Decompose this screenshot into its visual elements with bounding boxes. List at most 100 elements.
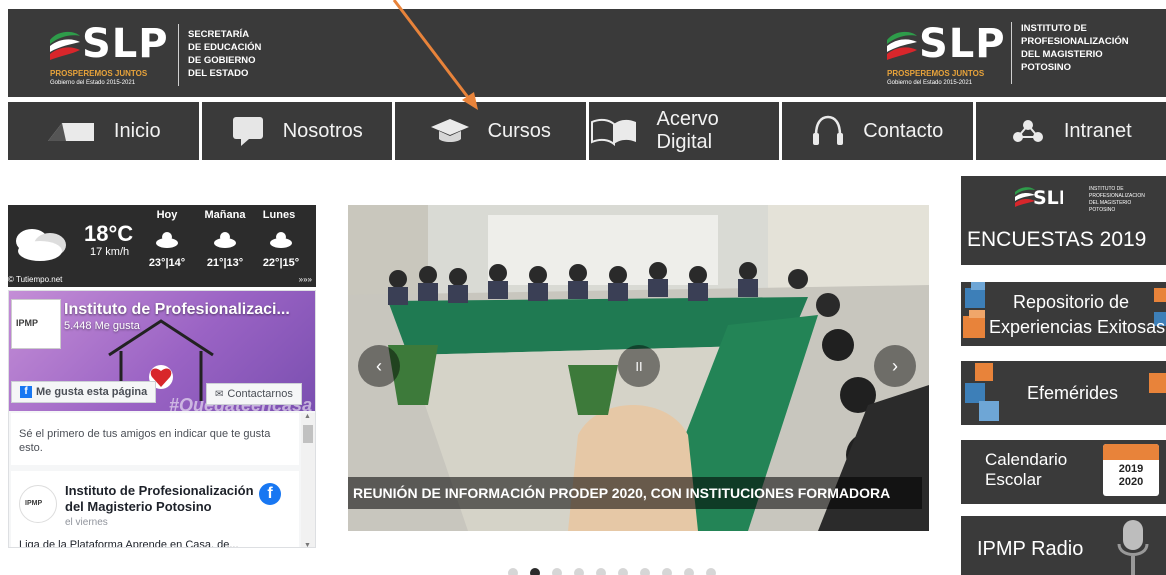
calendar-icon: 2019 2020 [1103,444,1159,496]
weather-widget[interactable]: 18°C 17 km/h Hoy Mañana Lunes 23°|14° 21… [8,205,316,287]
slp-swoosh-icon: SLP [1015,187,1063,209]
logo-line: INSTITUTO DE [1089,186,1124,192]
chevron-right-icon: › [892,355,898,376]
nav-inicio[interactable]: Inicio [8,102,199,160]
carousel-dot[interactable] [530,568,540,575]
logo-tagline: PROSPEREMOS JUNTOS [887,69,985,78]
nav-acervo-digital[interactable]: Acervo Digital [588,102,779,160]
weather-range: 23°|14° [148,257,186,269]
logo-subtag: Gobierno del Estado 2015-2021 [887,80,973,86]
weather-credit[interactable]: © Tutiempo.net [8,275,62,284]
efemerides-title: Efemérides [1027,383,1119,403]
calendario-line2: Escolar [985,470,1042,489]
logo-divider [178,24,179,86]
scroll-up-arrow-icon[interactable]: ▲ [304,413,311,420]
encuestas-logo-text: INSTITUTO DE PROFESIONALIZACION DEL MAGI… [1089,186,1145,214]
partly-cloudy-icon [156,232,178,248]
banner-encuestas[interactable]: SLP INSTITUTO DE PROFESIONALIZACION DEL … [961,176,1166,265]
partly-cloudy-icon [214,232,236,248]
site-header: SLP PROSPEREMOS JUNTOS Gobierno del Esta… [8,9,1166,97]
post-avatar[interactable]: IPMP [19,485,57,523]
facebook-page-name[interactable]: Instituto de Profesionalizaci... [64,301,304,319]
instituto-line: DEL MAGISTERIO [1021,49,1103,60]
slp-swoosh-icon [887,31,917,60]
weather-day: Hoy [156,209,178,221]
svg-text:SLP: SLP [1033,187,1063,209]
carousel-dot[interactable] [618,568,628,575]
calendar-year2: 2020 [1118,476,1144,488]
slp-logo-right[interactable]: SLP PROSPEREMOS JUNTOS Gobierno del Esta… [885,22,1155,88]
slp-wordmark: SLP [919,21,1006,67]
facebook-page-avatar[interactable]: IPMP [11,299,61,349]
carousel-dot[interactable] [684,568,694,575]
weather-wind: 17 km/h [90,246,130,258]
pause-icon: II [635,358,643,374]
headset-icon [813,115,844,145]
like-button-label: Me gusta esta página [36,386,148,398]
instituto-line: INSTITUTO DE [1021,23,1087,34]
nav-label: Intranet [1063,119,1132,142]
facebook-post[interactable]: IPMP Instituto de Profesionalización del… [11,471,299,548]
carousel-dots [508,568,716,575]
cube-decor-icon [1149,373,1166,393]
nav-label: Inicio [113,119,161,142]
facebook-cover[interactable]: IPMP Instituto de Profesionalizaci... 5.… [9,291,315,411]
nav-contacto[interactable]: Contacto [782,102,973,160]
post-date[interactable]: el viernes [65,517,108,528]
avatar-text: IPMP [25,500,43,507]
avatar-text: IPMP [16,318,39,328]
scrollbar-thumb[interactable] [303,425,313,443]
facebook-logo-icon: f [259,483,281,505]
repositorio-line2: Experiencias Exitosas [989,317,1166,337]
weather-day: Mañana [204,209,246,221]
cubes-icon [965,363,999,421]
weather-more-link[interactable]: »»» [299,275,312,284]
open-book-icon [590,118,636,146]
post-author[interactable]: Instituto de Profesionalización del Magi… [65,483,265,515]
slp-swoosh-icon [50,31,80,60]
carousel-dot[interactable] [596,568,606,575]
carousel-dot[interactable] [552,568,562,575]
nav-intranet[interactable]: Intranet [975,102,1166,160]
carousel-dot[interactable] [662,568,672,575]
banner-repositorio[interactable]: Repositorio de Experiencias Exitosas [961,282,1166,346]
nav-label: Nosotros [282,119,363,142]
carousel-dot[interactable] [508,568,518,575]
page: SLP PROSPEREMOS JUNTOS Gobierno del Esta… [0,0,1166,575]
speech-bubble-icon [232,117,263,146]
facebook-page-widget: IPMP Instituto de Profesionalizaci... 5.… [8,290,316,548]
calendar-top [1103,444,1159,460]
facebook-like-button[interactable]: f Me gusta esta página [11,381,157,403]
carousel-dot[interactable] [706,568,716,575]
news-carousel[interactable]: ‹ II › REUNIÓN DE INFORMACIÓN PRODEP 202… [348,205,929,531]
banner-efemerides[interactable]: Efemérides [961,361,1166,425]
logo-subtag: Gobierno del Estado 2015-2021 [50,80,136,86]
repositorio-line1: Repositorio de [1013,292,1130,312]
instituto-text: INSTITUTO DE PROFESIONALIZACIÓN DEL MAGI… [1021,22,1129,74]
carousel-pause-button[interactable]: II [618,345,660,387]
carousel-next-button[interactable]: › [874,345,916,387]
secretaria-line: DEL ESTADO [188,68,249,79]
scroll-down-arrow-icon[interactable]: ▼ [304,542,311,547]
logo-divider [1011,22,1012,84]
weather-range: 21°|13° [206,257,244,269]
carousel-prev-button[interactable]: ‹ [358,345,400,387]
banner-calendario[interactable]: Calendario Escolar 2019 2020 [961,440,1166,504]
carousel-caption[interactable]: REUNIÓN DE INFORMACIÓN PRODEP 2020, CON … [348,477,922,509]
logo-line: POTOSINO [1089,207,1116,213]
banner-ipmp-radio[interactable]: IPMP Radio [961,516,1166,575]
facebook-contact-button[interactable]: ✉ Contactarnos [206,383,302,405]
instituto-line: POTOSINO [1021,62,1071,73]
instituto-line: PROFESIONALIZACIÓN [1021,36,1129,47]
carousel-dot[interactable] [574,568,584,575]
graduation-cap-icon [430,119,469,142]
carousel-dot[interactable] [640,568,650,575]
radio-title: IPMP Radio [977,538,1084,560]
nav-cursos[interactable]: Cursos [395,102,586,160]
nav-nosotros[interactable]: Nosotros [201,102,392,160]
facebook-scrollbar[interactable]: ▲ ▼ [301,413,315,547]
facebook-f-icon: f [20,386,32,398]
slp-logo-left[interactable]: SLP PROSPEREMOS JUNTOS Gobierno del Esta… [48,22,268,88]
weather-day: Lunes [262,209,296,221]
post-text: Liga de la Plataforma Aprende en Casa, d… [19,539,239,548]
